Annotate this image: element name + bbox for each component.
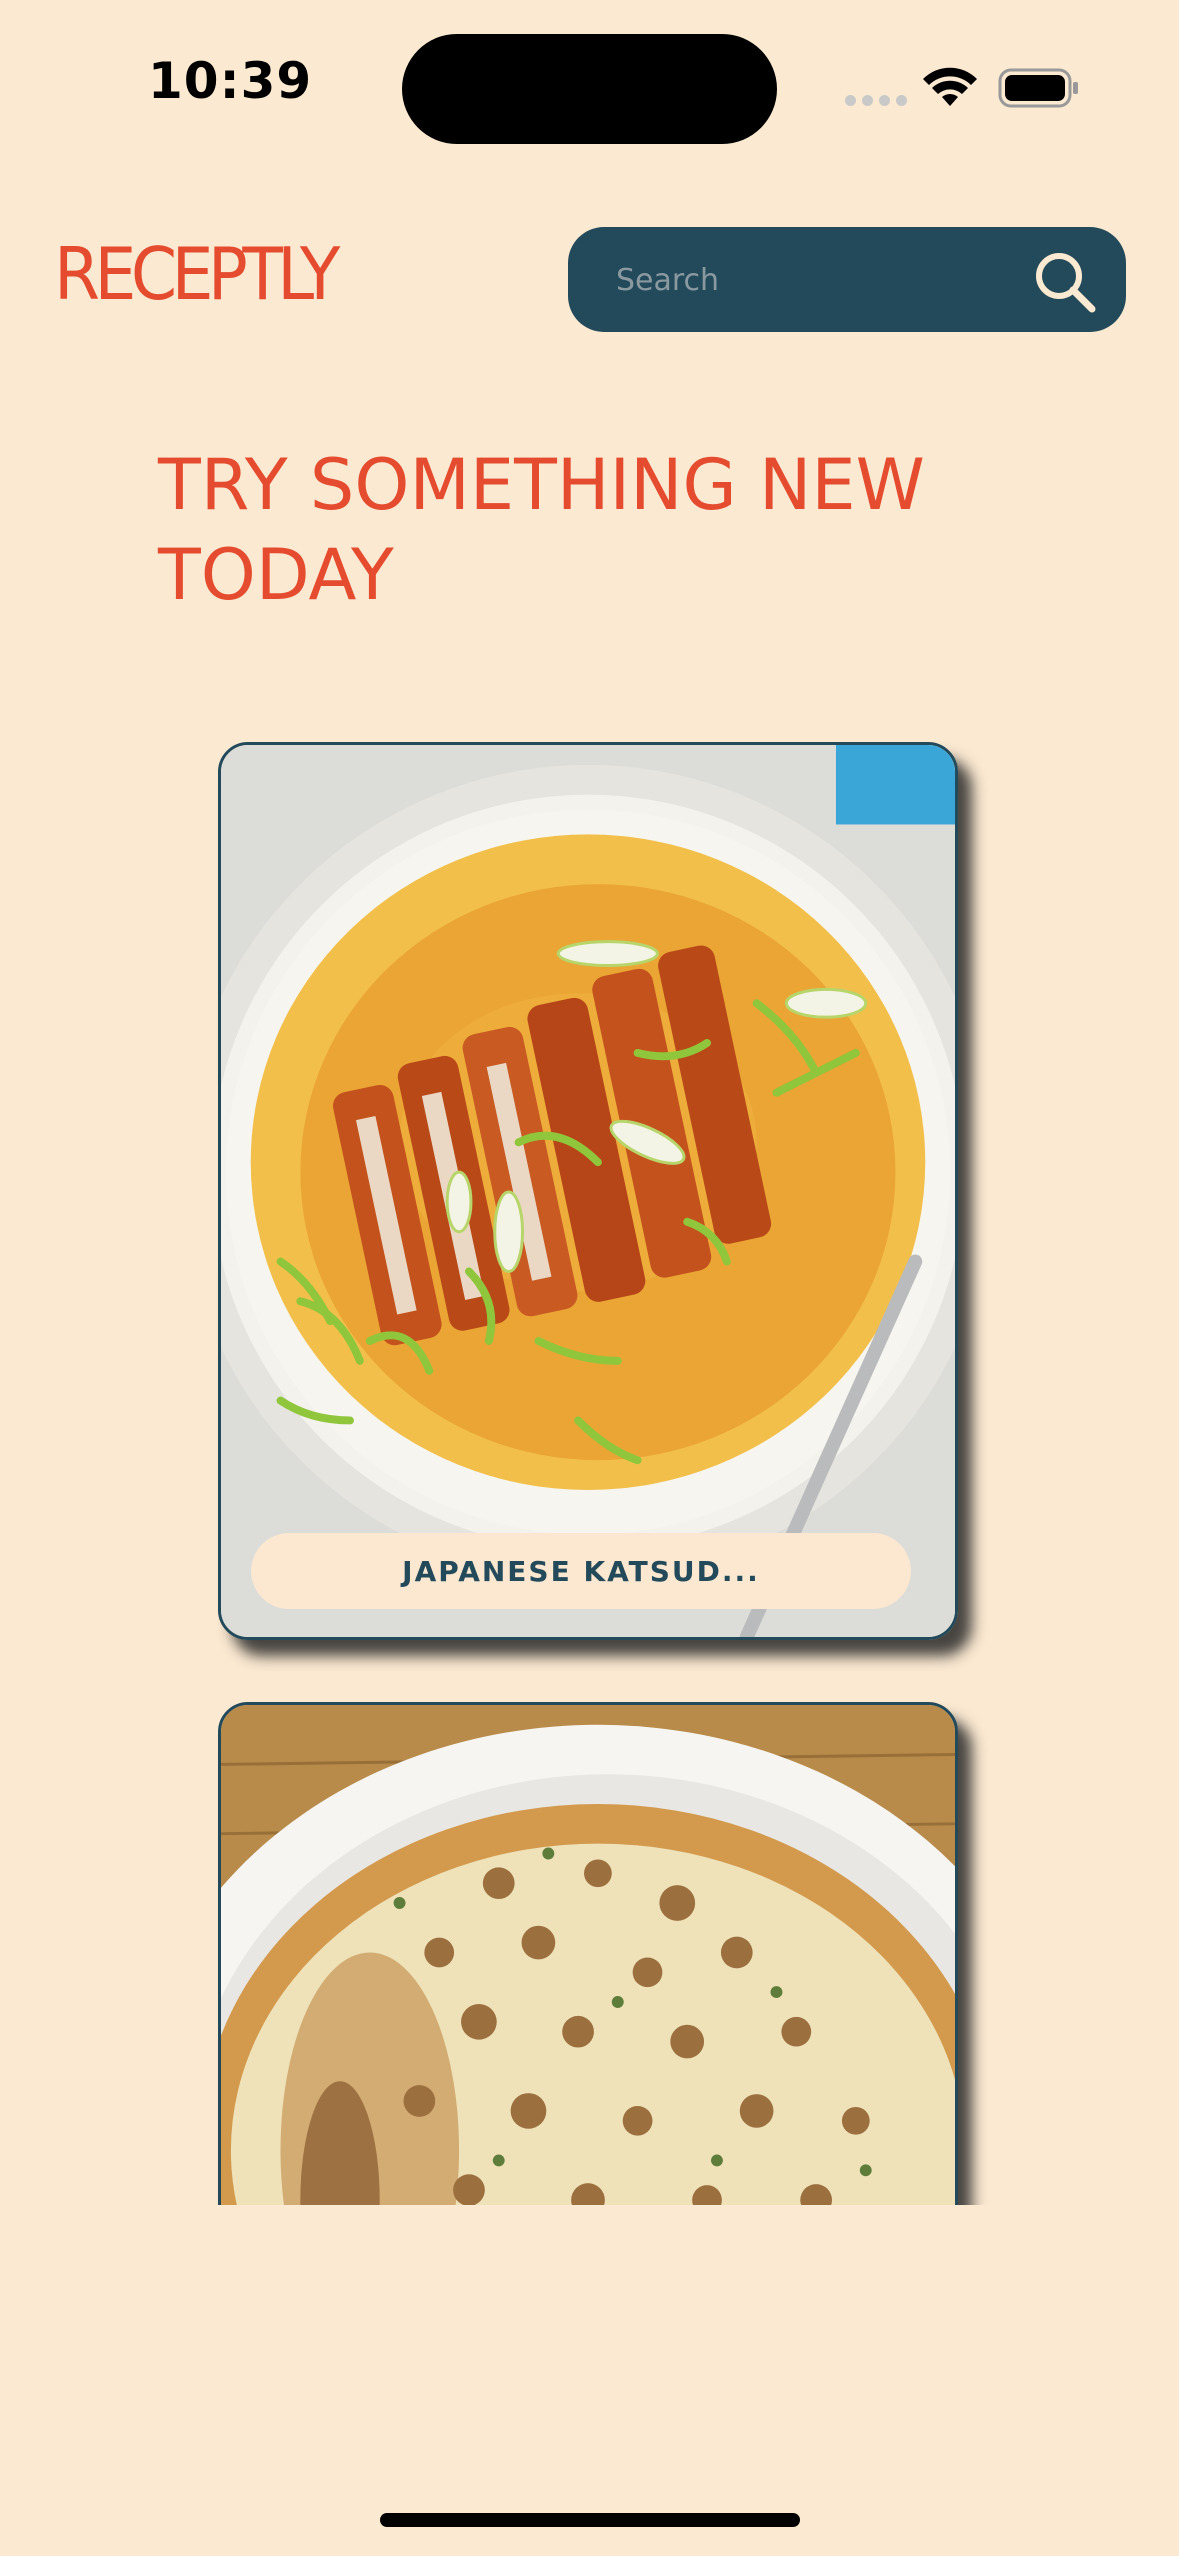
search-input[interactable]	[614, 227, 998, 334]
search-bar[interactable]	[568, 227, 1126, 334]
search-icon[interactable]	[1032, 249, 1098, 315]
recipe-image	[221, 1705, 955, 2205]
recipe-card[interactable]: JAPANESE KATSUD...	[218, 742, 958, 1640]
app-logo: RECEPTLY	[54, 232, 340, 316]
recipe-feed[interactable]: JAPANESE KATSUD...	[200, 730, 1060, 2205]
recipe-card[interactable]	[218, 1702, 958, 2205]
status-time: 10:39	[148, 52, 313, 110]
cellular-signal-icon	[845, 95, 907, 106]
home-indicator[interactable]	[380, 2513, 800, 2527]
dynamic-island	[402, 34, 777, 144]
battery-icon	[998, 68, 1078, 108]
wifi-icon	[923, 67, 977, 106]
recipe-title[interactable]: JAPANESE KATSUD...	[251, 1533, 911, 1609]
recipe-image	[221, 745, 955, 1637]
page-title: TRY SOMETHING NEW TODAY	[158, 444, 925, 616]
